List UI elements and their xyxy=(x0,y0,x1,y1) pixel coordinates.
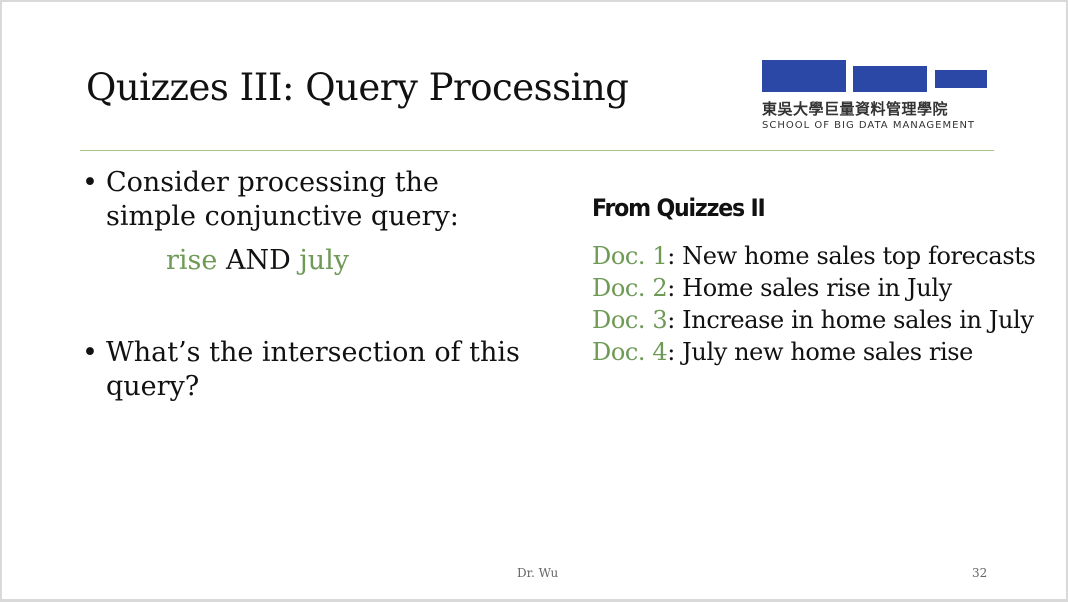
document-label: Doc. 4 xyxy=(592,338,668,366)
slide: Quizzes III: Query Processing 東吳大學巨量資料管理… xyxy=(2,2,1066,599)
document-text: : Increase in home sales in July xyxy=(667,306,1034,334)
document-item: Doc. 1: New home sales top forecasts xyxy=(592,240,1036,272)
slide-footer: Dr. Wu xyxy=(517,566,559,580)
document-text: : New home sales top forecasts xyxy=(667,242,1036,270)
query-term: rise xyxy=(166,245,218,276)
query-operator: AND xyxy=(217,245,300,276)
document-text: : July new home sales rise xyxy=(667,338,973,366)
query-term: july xyxy=(299,245,349,276)
document-label: Doc. 2 xyxy=(592,274,668,302)
bullet-list: • Consider processing the simple conjunc… xyxy=(82,166,522,404)
bullet-item: • Consider processing the simple conjunc… xyxy=(82,166,522,234)
bullet-item: • What’s the intersection of this query? xyxy=(82,336,522,404)
slide-title: Quizzes III: Query Processing xyxy=(86,66,629,109)
document-text: : Home sales rise in July xyxy=(667,274,952,302)
document-label: Doc. 3 xyxy=(592,306,668,334)
panel-title: From Quizzes II xyxy=(592,194,766,222)
logo-bar-2 xyxy=(853,66,927,92)
logo-english-name: SCHOOL OF BIG DATA MANAGEMENT xyxy=(762,120,976,131)
school-logo: 東吳大學巨量資料管理學院 SCHOOL OF BIG DATA MANAGEME… xyxy=(762,60,990,136)
title-divider xyxy=(80,150,994,151)
logo-bar-3 xyxy=(935,70,987,88)
document-list: Doc. 1: New home sales top forecasts Doc… xyxy=(592,240,1036,368)
document-item: Doc. 4: July new home sales rise xyxy=(592,336,1012,368)
page-number: 32 xyxy=(972,566,988,580)
document-item: Doc. 3: Increase in home sales in July xyxy=(592,304,1034,336)
documents-panel: From Quizzes II Doc. 1: New home sales t… xyxy=(592,194,1036,368)
bullet-dot-icon: • xyxy=(82,337,98,368)
logo-chinese-name: 東吳大學巨量資料管理學院 xyxy=(762,100,949,118)
bullet-dot-icon: • xyxy=(82,167,98,198)
query-expression: rise AND july xyxy=(82,244,522,278)
document-label: Doc. 1 xyxy=(592,242,668,270)
bullet-text: What’s the intersection of this query? xyxy=(106,337,520,402)
document-item: Doc. 2: Home sales rise in July xyxy=(592,272,1012,304)
bullet-text: Consider processing the simple conjuncti… xyxy=(106,167,459,232)
logo-bar-1 xyxy=(762,60,846,92)
